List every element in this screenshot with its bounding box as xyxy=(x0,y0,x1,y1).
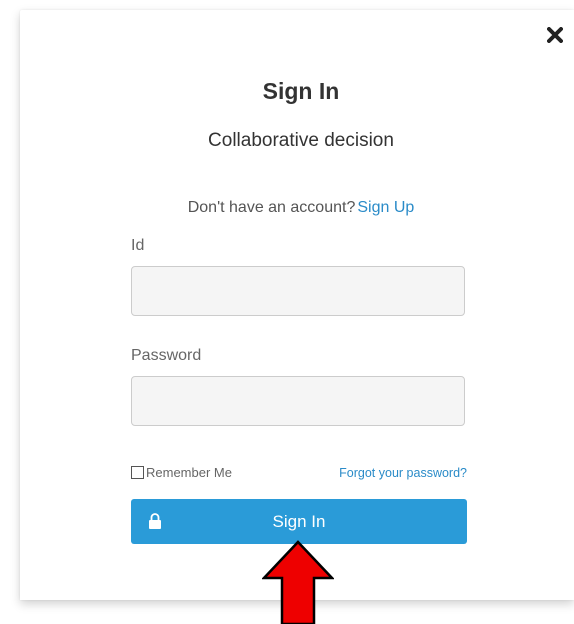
checkbox-icon[interactable] xyxy=(131,466,144,479)
password-field[interactable] xyxy=(131,376,465,426)
signin-button[interactable]: Sign In xyxy=(131,499,467,544)
page-title: Sign In xyxy=(262,78,340,104)
close-icon xyxy=(547,27,563,43)
close-button[interactable] xyxy=(544,24,566,46)
signin-button-label: Sign In xyxy=(272,511,326,531)
id-label: Id xyxy=(131,237,145,254)
password-label: Password xyxy=(131,347,202,364)
account-prompt-text: Don't have an account? xyxy=(187,199,356,216)
forgot-password-link[interactable]: Forgot your password? xyxy=(339,466,467,480)
signup-link[interactable]: Sign Up xyxy=(357,199,414,216)
remember-me-checkbox[interactable]: Remember Me xyxy=(131,465,232,480)
account-prompt-line: Don't have an account? Sign Up xyxy=(20,199,574,217)
remember-me-label: Remember Me xyxy=(146,465,232,480)
lock-icon xyxy=(149,513,161,529)
signin-modal: Sign In Collaborative decision Don't hav… xyxy=(20,10,574,600)
page-subtitle: Collaborative decision xyxy=(208,130,394,151)
up-arrow-icon xyxy=(262,540,334,624)
id-field[interactable] xyxy=(131,266,465,316)
